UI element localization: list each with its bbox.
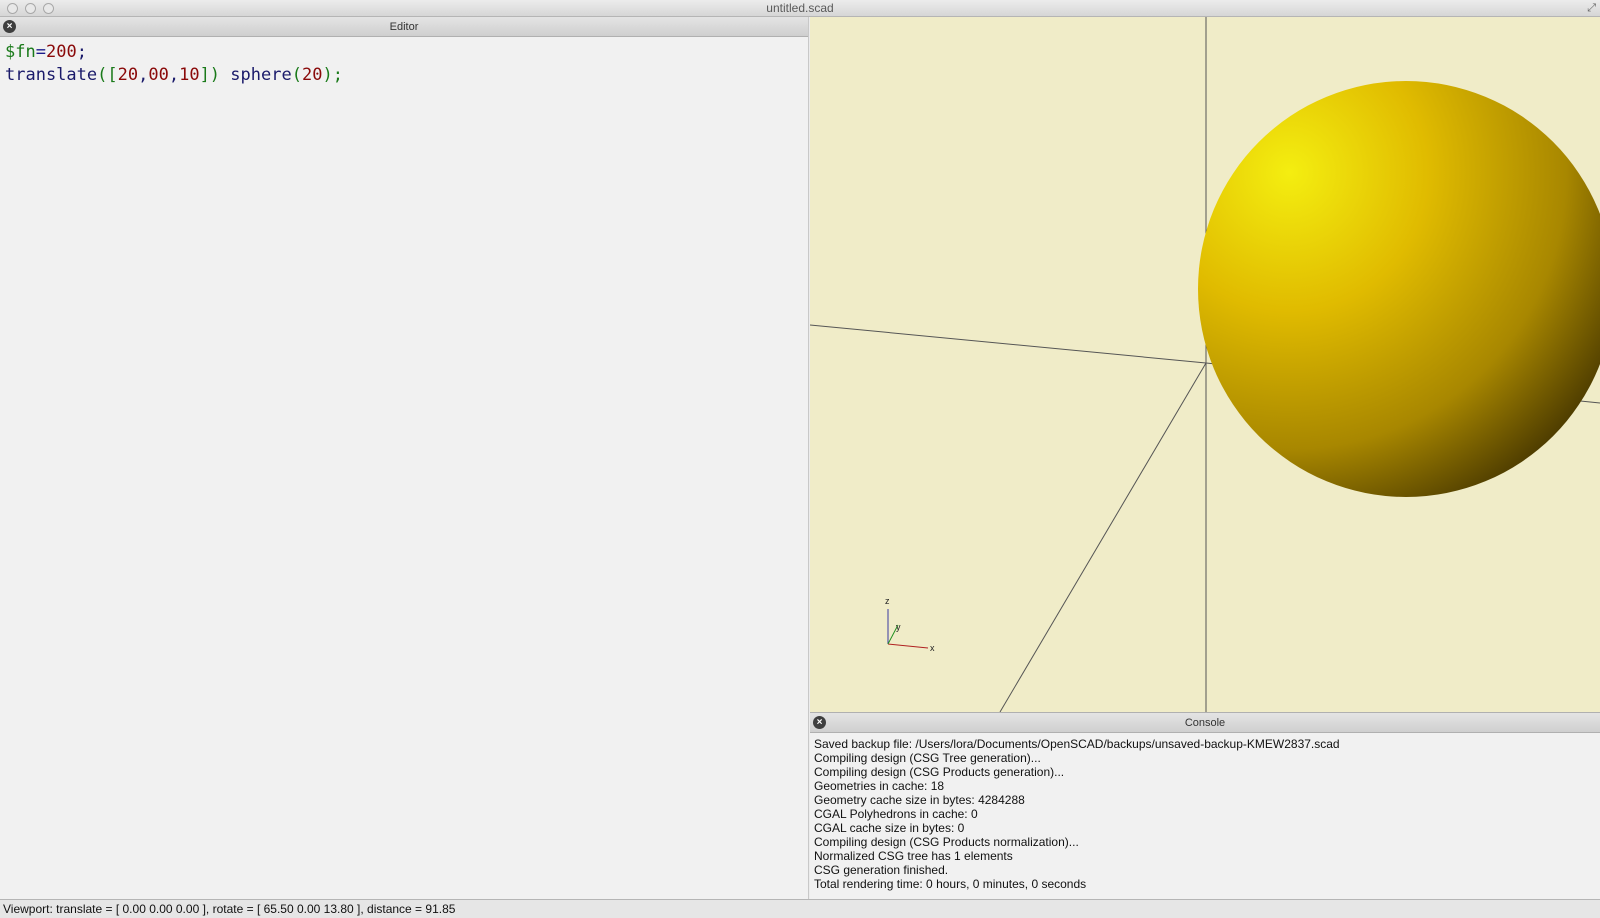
code-line-2[interactable]: translate([20,00,10]) sphere(20); xyxy=(5,64,803,87)
code-token: 10 xyxy=(179,65,200,85)
editor-panel: × Editor $fn=200; translate([20,00,10]) … xyxy=(0,17,809,899)
console-line: Geometry cache size in bytes: 4284288 xyxy=(814,793,1025,807)
axes-indicator-x xyxy=(887,643,929,649)
console-line: Compiling design (CSG Products generatio… xyxy=(814,765,1065,779)
code-token: $fn xyxy=(5,42,36,62)
status-bar: Viewport: translate = [ 0.00 0.00 0.00 ]… xyxy=(0,899,1600,918)
console-line: Geometries in cache: 18 xyxy=(814,779,945,793)
console-line: CGAL Polyhedrons in cache: 0 xyxy=(814,807,978,821)
viewport-scene[interactable]: z y x xyxy=(810,17,1600,712)
code-token: ]) xyxy=(199,65,221,85)
code-token: sphere xyxy=(230,65,292,85)
console-line: Total rendering time: 0 hours, 0 minutes… xyxy=(814,877,1087,891)
sphere-model[interactable] xyxy=(1198,81,1600,497)
minimize-window-button[interactable] xyxy=(25,3,36,14)
console-line: Compiling design (CSG Tree generation)..… xyxy=(814,751,1041,765)
code-token: ; xyxy=(76,42,87,62)
code-token: ); xyxy=(322,65,343,85)
console-line: CSG generation finished. xyxy=(814,863,949,877)
editor-header: × Editor xyxy=(0,17,808,37)
axes-indicator: z y x xyxy=(885,596,935,653)
console-line: Saved backup file: /Users/lora/Documents… xyxy=(814,737,1340,751)
code-token: 20 xyxy=(301,65,323,85)
axis-label-y: y xyxy=(896,622,901,632)
code-token: 200 xyxy=(45,42,77,62)
window-titlebar: untitled.scad ⤢ xyxy=(0,0,1600,17)
code-token: = xyxy=(35,42,46,62)
code-token: translate xyxy=(5,65,98,85)
code-token: ([ xyxy=(97,65,118,85)
y-axis-line xyxy=(999,362,1207,712)
viewport-status-text: Viewport: translate = [ 0.00 0.00 0.00 ]… xyxy=(3,902,456,916)
3d-viewport[interactable]: z y x xyxy=(810,17,1600,712)
code-line-1[interactable]: $fn=200; xyxy=(5,41,803,64)
close-console-icon[interactable]: × xyxy=(813,716,826,729)
code-editor[interactable]: $fn=200; translate([20,00,10]) sphere(20… xyxy=(0,37,808,91)
console-line: Compiling design (CSG Products normaliza… xyxy=(814,835,1079,849)
console-output[interactable]: Saved backup file: /Users/lora/Documents… xyxy=(810,733,1600,895)
window-title: untitled.scad xyxy=(766,1,834,15)
axis-label-z: z xyxy=(885,596,890,606)
code-token: , xyxy=(168,65,180,85)
console-line: CGAL cache size in bytes: 0 xyxy=(814,821,965,835)
code-token: ( xyxy=(291,65,302,85)
console-panel: × Console Saved backup file: /Users/lora… xyxy=(810,712,1600,899)
console-title: Console xyxy=(1184,716,1226,729)
fullscreen-icon[interactable]: ⤢ xyxy=(1587,2,1596,15)
console-line: Normalized CSG tree has 1 elements xyxy=(814,849,1013,863)
x-axis-line xyxy=(810,324,1207,364)
editor-title: Editor xyxy=(389,20,419,33)
zoom-window-button[interactable] xyxy=(43,3,54,14)
code-token: 00 xyxy=(148,65,169,85)
axis-label-x: x xyxy=(930,643,935,653)
code-token: , xyxy=(138,65,149,85)
close-editor-icon[interactable]: × xyxy=(3,20,16,33)
close-window-button[interactable] xyxy=(7,3,18,14)
console-header: × Console xyxy=(810,713,1600,733)
code-token: 20 xyxy=(117,65,139,85)
